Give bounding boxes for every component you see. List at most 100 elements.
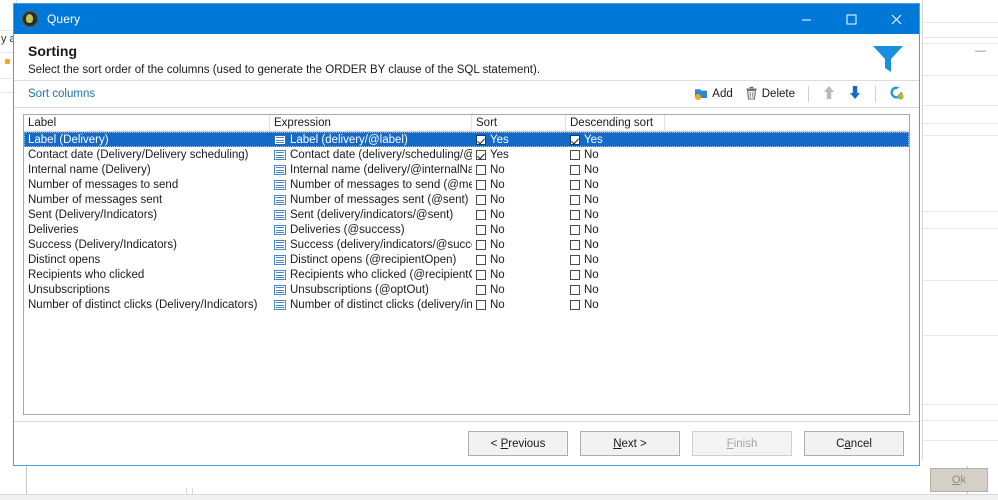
cell-descending-sort[interactable]: No bbox=[566, 222, 665, 237]
cell-label: Deliveries bbox=[28, 223, 79, 236]
checkbox-label: No bbox=[584, 208, 599, 221]
cell-empty bbox=[665, 162, 909, 177]
expression-grid-icon bbox=[274, 254, 286, 265]
previous-button[interactable]: < Previous bbox=[468, 431, 568, 456]
cell-descending-sort[interactable]: No bbox=[566, 237, 665, 252]
table-row[interactable]: Contact date (Delivery/Delivery scheduli… bbox=[24, 147, 909, 162]
cell-descending-sort[interactable]: No bbox=[566, 267, 665, 282]
checkbox-icon[interactable] bbox=[570, 284, 580, 295]
table-row[interactable]: Internal name (Delivery) Internal name (d… bbox=[24, 162, 909, 177]
checkbox-icon[interactable] bbox=[570, 299, 580, 310]
checkbox-icon[interactable] bbox=[476, 149, 486, 160]
cell-sort[interactable]: No bbox=[472, 162, 566, 177]
cell-sort[interactable]: No bbox=[472, 237, 566, 252]
add-button[interactable]: Add bbox=[689, 83, 737, 105]
cell-sort[interactable]: No bbox=[472, 282, 566, 297]
checkbox-icon[interactable] bbox=[476, 284, 486, 295]
expression-grid-icon bbox=[274, 179, 286, 190]
cell-descending-sort[interactable]: No bbox=[566, 147, 665, 162]
checkbox-icon[interactable] bbox=[476, 254, 486, 265]
checkbox-icon[interactable] bbox=[476, 269, 486, 280]
cell-descending-sort[interactable]: No bbox=[566, 177, 665, 192]
cell-label: Distinct opens bbox=[28, 253, 101, 266]
ok-button[interactable]: Ok bbox=[930, 468, 988, 492]
refresh-button[interactable] bbox=[884, 83, 909, 105]
checkbox-icon[interactable] bbox=[476, 299, 486, 310]
cell-sort[interactable]: No bbox=[472, 177, 566, 192]
cell-expression-text: Distinct opens (@recipientOpen) bbox=[290, 253, 457, 266]
checkbox-icon[interactable] bbox=[570, 224, 580, 235]
checkbox-label: No bbox=[490, 223, 505, 236]
checkbox-icon[interactable] bbox=[476, 209, 486, 220]
table-row[interactable]: Number of distinct clicks (Delivery/Indi… bbox=[24, 297, 909, 312]
table-row[interactable]: Recipients who clicked Recipients who cli… bbox=[24, 267, 909, 282]
checkbox-label: No bbox=[490, 268, 505, 281]
cell-descending-sort[interactable]: No bbox=[566, 297, 665, 312]
column-header-expression[interactable]: Expression bbox=[270, 115, 472, 131]
column-header-sort[interactable]: Sort bbox=[472, 115, 566, 131]
checkbox-icon[interactable] bbox=[570, 209, 580, 220]
cancel-button[interactable]: Cancel bbox=[804, 431, 904, 456]
checkbox-icon[interactable] bbox=[476, 164, 486, 175]
table-row[interactable]: Success (Delivery/Indicators) Success (de… bbox=[24, 237, 909, 252]
checkbox-icon[interactable] bbox=[570, 149, 580, 160]
screen: y a — Ok Query Sorting Select the sort o… bbox=[0, 0, 998, 500]
cell-descending-sort[interactable]: Yes bbox=[566, 132, 665, 147]
maximize-icon[interactable] bbox=[829, 4, 874, 34]
cell-descending-sort[interactable]: No bbox=[566, 207, 665, 222]
table-row[interactable]: Number of messages to send Number of mess… bbox=[24, 177, 909, 192]
checkbox-label: No bbox=[584, 238, 599, 251]
cell-sort[interactable]: Yes bbox=[472, 132, 566, 147]
checkbox-label: No bbox=[584, 298, 599, 311]
checkbox-icon[interactable] bbox=[570, 239, 580, 250]
checkbox-icon[interactable] bbox=[570, 134, 580, 145]
checkbox-icon[interactable] bbox=[570, 194, 580, 205]
close-icon[interactable] bbox=[874, 4, 919, 34]
delete-button[interactable]: Delete bbox=[740, 83, 800, 105]
checkbox-icon[interactable] bbox=[476, 194, 486, 205]
cell-label: Sent (Delivery/Indicators) bbox=[28, 208, 158, 221]
expression-grid-icon bbox=[274, 194, 286, 205]
dialog-titlebar[interactable]: Query bbox=[14, 4, 919, 34]
cell-sort[interactable]: No bbox=[472, 207, 566, 222]
checkbox-icon[interactable] bbox=[476, 239, 486, 250]
cell-sort[interactable]: No bbox=[472, 192, 566, 207]
next-button[interactable]: Next > bbox=[580, 431, 680, 456]
table-row[interactable]: Sent (Delivery/Indicators) Sent (delivery… bbox=[24, 207, 909, 222]
cell-descending-sort[interactable]: No bbox=[566, 282, 665, 297]
cell-sort[interactable]: No bbox=[472, 267, 566, 282]
checkbox-icon[interactable] bbox=[476, 224, 486, 235]
cell-descending-sort[interactable]: No bbox=[566, 162, 665, 177]
cell-sort[interactable]: No bbox=[472, 222, 566, 237]
checkbox-icon[interactable] bbox=[476, 134, 486, 145]
table-row[interactable]: Deliveries Deliveries (@success) No No bbox=[24, 222, 909, 237]
table-row[interactable]: Distinct opens Distinct opens (@recipient… bbox=[24, 252, 909, 267]
checkbox-icon[interactable] bbox=[476, 179, 486, 190]
cell-expression: Internal name (delivery/@internalNa... bbox=[270, 162, 472, 177]
column-header-descending-sort[interactable]: Descending sort bbox=[566, 115, 665, 131]
table-row[interactable]: Label (Delivery) Label (delivery/@label) Y… bbox=[24, 132, 909, 147]
checkbox-label: No bbox=[490, 208, 505, 221]
cell-sort[interactable]: Yes bbox=[472, 147, 566, 162]
table-row[interactable]: Unsubscriptions Unsubscriptions (@optOut)… bbox=[24, 282, 909, 297]
cell-sort[interactable]: No bbox=[472, 297, 566, 312]
move-up-button[interactable] bbox=[817, 83, 841, 105]
move-down-button[interactable] bbox=[843, 83, 867, 105]
cell-label: Number of messages sent bbox=[28, 193, 163, 206]
cell-descending-sort[interactable]: No bbox=[566, 252, 665, 267]
cell-empty bbox=[665, 222, 909, 237]
column-header-label[interactable]: Label bbox=[24, 115, 270, 131]
cell-sort[interactable]: No bbox=[472, 252, 566, 267]
cell-empty bbox=[665, 252, 909, 267]
checkbox-icon[interactable] bbox=[570, 269, 580, 280]
checkbox-icon[interactable] bbox=[570, 254, 580, 265]
checkbox-icon[interactable] bbox=[570, 164, 580, 175]
checkbox-icon[interactable] bbox=[570, 179, 580, 190]
cell-descending-sort[interactable]: No bbox=[566, 192, 665, 207]
bg-rule bbox=[922, 211, 998, 212]
toolbar-separator bbox=[875, 86, 876, 102]
minimize-icon[interactable] bbox=[784, 4, 829, 34]
column-header-empty[interactable] bbox=[665, 115, 909, 131]
table-row[interactable]: Number of messages sent Number of message… bbox=[24, 192, 909, 207]
cell-empty bbox=[665, 282, 909, 297]
